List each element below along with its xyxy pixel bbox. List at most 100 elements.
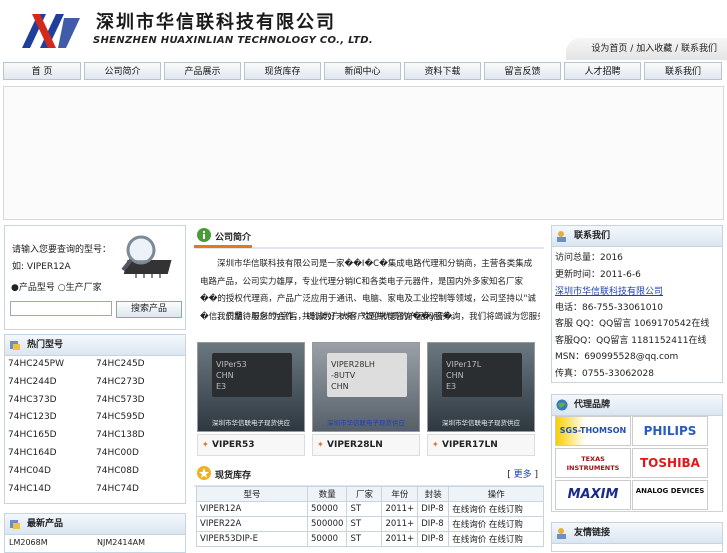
stock-more: [ 更多 ] (507, 470, 538, 480)
hot-product-item[interactable]: 74HC373D (8, 395, 57, 405)
search-hint: 如: VIPER12A (12, 259, 71, 272)
search-type-radios: ●产品型号 ○生产厂家 (11, 280, 102, 293)
nav-jobs[interactable]: 人才招聘 (564, 62, 641, 80)
brand-logo-sgs-thomson[interactable]: SGS-THOMSON (555, 416, 631, 446)
table-cell: ST (346, 531, 383, 547)
radio-maker-label: 生产厂家 (65, 283, 102, 293)
inquire-order-links[interactable]: 在线询价 在线订购 (448, 531, 544, 547)
inquire-order-links[interactable]: 在线询价 在线订购 (448, 516, 544, 532)
column-header: 年份 (381, 486, 419, 502)
nav-downloads[interactable]: 资料下载 (404, 62, 481, 80)
hot-product-item[interactable]: 74HC138D (96, 430, 145, 440)
hot-product-item[interactable]: 74HC14D (8, 484, 51, 494)
product-name-text: VIPER28LN (327, 440, 383, 450)
product-image[interactable]: VIPer17L CHN E3 深圳市华信联电子现货供应 (427, 342, 535, 432)
magnifier-chip-icon (121, 235, 172, 278)
globe-icon (556, 399, 568, 411)
list-icon (10, 341, 20, 350)
brand-logo-toshiba[interactable]: TOSHIBA (632, 448, 708, 478)
chip-body: VIPer53 CHN E3 (212, 353, 292, 397)
radio-model-label: 产品型号 (18, 283, 55, 293)
brand-logo-philips[interactable]: PHILIPS (632, 416, 708, 446)
search-input[interactable] (10, 301, 112, 316)
product-name-text: VIPER17LN (442, 440, 498, 450)
hot-product-item[interactable]: 74HC123D (8, 412, 57, 422)
new-products-title: 最新产品 (27, 519, 64, 529)
hot-product-item[interactable]: 74HC04D (8, 466, 51, 476)
brand-logo-texas-instruments[interactable]: TEXAS INSTRUMENTS (555, 448, 631, 478)
qq-service-2[interactable]: 客服QQ：QQ留言 1181152411在线 (555, 333, 706, 346)
table-row: VIPER22A 500000 ST 2011+ DIP-8 在线询价 在线订购 (196, 516, 544, 532)
company-logo[interactable] (18, 10, 82, 50)
hot-product-item[interactable]: 74HC244D (8, 377, 57, 387)
about-header: 公司简介 (194, 225, 544, 249)
search-panel: 请输入您要查询的型号： 如: VIPER12A ●产品型号 ○生产厂家 搜索产品 (4, 225, 186, 330)
column-header: 操作 (448, 486, 544, 502)
table-cell: VIPER53DIP-E (196, 531, 308, 547)
table-cell: 500000 (306, 516, 348, 532)
hot-products-title: 热门型号 (27, 340, 64, 350)
image-watermark: 深圳市华信联电子现货供应 (327, 419, 405, 427)
star-icon (197, 466, 211, 480)
hot-product-item[interactable]: 74HC165D (8, 430, 57, 440)
bullet-icon: ✦ (202, 440, 209, 449)
hot-product-item[interactable]: 74HC245PW (8, 359, 64, 369)
hot-product-item[interactable]: 74HC74D (96, 484, 139, 494)
info-icon (197, 228, 211, 242)
links-panel: 友情链接 (551, 522, 723, 552)
hot-product-item[interactable]: 74HC573D (96, 395, 145, 405)
nav-news[interactable]: 新闻中心 (324, 62, 401, 80)
list-icon (10, 520, 20, 529)
chip-marking: VIPer17L CHN E3 (446, 360, 482, 391)
hot-product-item[interactable]: 74HC164D (8, 448, 57, 458)
visit-count: 访问总量：2016 (555, 253, 623, 263)
update-time: 更新时间：2011-6-6 (555, 270, 641, 280)
search-button[interactable]: 搜索产品 (116, 301, 182, 318)
stock-more-link[interactable]: 更多 (514, 470, 532, 480)
about-para3: 我们期待与您的合作，共创美好未来！欢迎来电咨询��y咨�询，我们将竭诚为您服务！… (217, 312, 540, 322)
brands-title: 代理品牌 (574, 400, 611, 410)
nav-about[interactable]: 公司简介 (84, 62, 161, 80)
table-cell: 50000 (306, 501, 348, 517)
brand-logo-maxim[interactable]: MAXIM (555, 480, 631, 510)
hot-product-item[interactable]: 74HC595D (96, 412, 145, 422)
hot-product-item[interactable]: 74HC08D (96, 466, 139, 476)
new-product-item[interactable]: NJM2414AM (97, 538, 145, 547)
radio-model[interactable]: ● (11, 283, 19, 293)
product-name[interactable]: ✦ VIPER53 (197, 434, 305, 456)
about-text-2: 我们期待与您的合作，共创美好未来！欢迎来电咨询��y咨�询，我们将竭诚为您服务！… (200, 309, 540, 326)
links-title: 友情链接 (574, 528, 611, 538)
inquire-order-links[interactable]: 在线询价 在线订购 (448, 501, 544, 517)
product-image[interactable]: VIPer53 CHN E3 深圳市华信联电子现货供应 (197, 342, 305, 432)
radio-maker[interactable]: ○ (58, 283, 66, 293)
banner-area (3, 86, 724, 220)
nav-feedback[interactable]: 留言反馈 (484, 62, 561, 80)
chip-body: VIPER28LH -8UTV CHN (327, 353, 407, 397)
table-cell: 2011+ (381, 516, 419, 532)
brands-header: 代理品牌 (552, 395, 722, 416)
image-watermark: 深圳市华信联电子现货供应 (442, 419, 520, 427)
product-image[interactable]: VIPER28LH -8UTV CHN 深圳市华信联电子现货供应 (312, 342, 420, 432)
top-links: 设为首页 / 加入收藏 / 联系我们 (566, 38, 727, 60)
add-favorite-link[interactable]: 加入收藏 / (636, 44, 678, 54)
table-cell: VIPER22A (196, 516, 308, 532)
hot-product-item[interactable]: 74HC273D (96, 377, 145, 387)
nav-contact[interactable]: 联系我们 (644, 62, 722, 80)
column-header: 封装 (417, 486, 450, 502)
product-name[interactable]: ✦ VIPER28LN (312, 434, 420, 456)
qq-service-1[interactable]: 客服 QQ：QQ留言 1069170542在线 (555, 316, 709, 329)
product-name[interactable]: ✦ VIPER17LN (427, 434, 535, 456)
brand-logo-analog-devices[interactable]: ANALOG DEVICES (632, 480, 708, 510)
new-product-item[interactable]: LM2068M (9, 538, 48, 547)
contact-us-link[interactable]: 联系我们 (681, 44, 717, 54)
title-underline (194, 245, 252, 248)
company-link[interactable]: 深圳市华信联科技有限公司 (555, 284, 663, 297)
nav-products[interactable]: 产品展示 (164, 62, 241, 80)
column-header: 厂家 (346, 486, 383, 502)
company-name-cn: 深圳市华信联科技有限公司 (96, 12, 336, 33)
set-homepage-link[interactable]: 设为首页 / (591, 44, 633, 54)
nav-home[interactable]: 首 页 (3, 62, 81, 80)
hot-product-item[interactable]: 74HC00D (96, 448, 139, 458)
hot-product-item[interactable]: 74HC245D (96, 359, 145, 369)
nav-stock[interactable]: 现货库存 (244, 62, 321, 80)
